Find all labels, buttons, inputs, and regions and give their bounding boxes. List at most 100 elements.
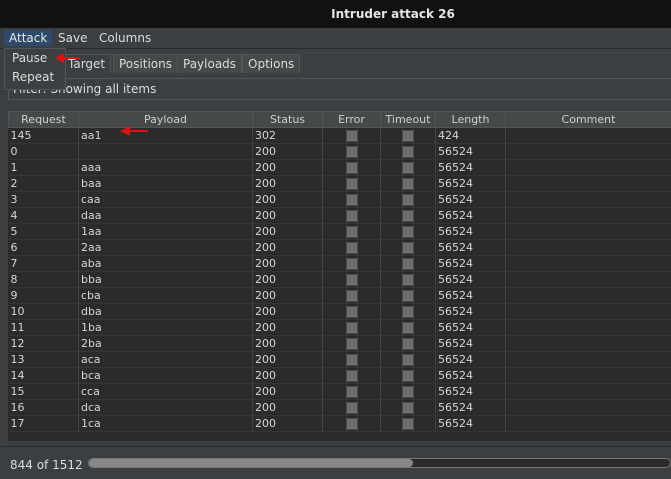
table-row[interactable]: 14bca20056524: [9, 368, 671, 384]
cell-error: [323, 352, 381, 368]
table-row[interactable]: 9cba20056524: [9, 288, 671, 304]
cell-length: 56524: [436, 320, 506, 336]
filter-bar[interactable]: Filter: Showing all items: [8, 78, 671, 100]
error-checkbox: [346, 258, 358, 270]
table-row[interactable]: 2baa20056524: [9, 176, 671, 192]
cell-request: 10: [9, 304, 79, 320]
cell-comment: [506, 128, 671, 144]
table-row[interactable]: 10dba20056524: [9, 304, 671, 320]
tab-payloads[interactable]: Payloads: [177, 54, 242, 73]
cell-request: 145: [9, 128, 79, 144]
table-row[interactable]: 15cca20056524: [9, 384, 671, 400]
error-checkbox: [346, 178, 358, 190]
table-row[interactable]: 122ba20056524: [9, 336, 671, 352]
cell-payload: daa: [79, 208, 253, 224]
cell-status: 200: [253, 368, 323, 384]
cell-status: 200: [253, 384, 323, 400]
table-row[interactable]: 51aa20056524: [9, 224, 671, 240]
timeout-checkbox: [402, 146, 414, 158]
table-row[interactable]: 62aa20056524: [9, 240, 671, 256]
menu-attack[interactable]: Attack: [4, 30, 52, 46]
cell-error: [323, 176, 381, 192]
cell-timeout: [381, 176, 436, 192]
col-header-timeout[interactable]: Timeout: [381, 112, 436, 128]
table-row[interactable]: 8bba20056524: [9, 272, 671, 288]
error-checkbox: [346, 146, 358, 158]
cell-timeout: [381, 368, 436, 384]
cell-payload: dba: [79, 304, 253, 320]
col-header-request[interactable]: Request: [9, 112, 79, 128]
cell-comment: [506, 400, 671, 416]
cell-error: [323, 240, 381, 256]
cell-comment: [506, 304, 671, 320]
cell-length: 56524: [436, 208, 506, 224]
col-header-payload[interactable]: Payload: [79, 112, 253, 128]
cell-timeout: [381, 144, 436, 160]
table-row[interactable]: 3caa20056524: [9, 192, 671, 208]
window-title: Intruder attack 26: [0, 7, 671, 21]
timeout-checkbox: [402, 226, 414, 238]
cell-comment: [506, 192, 671, 208]
cell-comment: [506, 160, 671, 176]
col-header-length[interactable]: Length: [436, 112, 506, 128]
cell-error: [323, 208, 381, 224]
tab-positions[interactable]: Positions: [113, 54, 178, 73]
table-row[interactable]: 4daa20056524: [9, 208, 671, 224]
cell-error: [323, 288, 381, 304]
col-header-error[interactable]: Error: [323, 112, 381, 128]
table-row[interactable]: 111ba20056524: [9, 320, 671, 336]
error-checkbox: [346, 162, 358, 174]
cell-status: 200: [253, 352, 323, 368]
table-horizontal-scroll[interactable]: [8, 433, 671, 441]
attack-progress-bar: [88, 458, 671, 468]
error-checkbox: [346, 386, 358, 398]
cell-timeout: [381, 160, 436, 176]
error-checkbox: [346, 322, 358, 334]
tab-bar: Target Positions Payloads Options: [0, 54, 671, 74]
title-bar: Intruder attack 26: [0, 0, 671, 28]
col-header-status[interactable]: Status: [253, 112, 323, 128]
timeout-checkbox: [402, 306, 414, 318]
cell-error: [323, 128, 381, 144]
menu-save[interactable]: Save: [53, 30, 92, 46]
cell-payload: baa: [79, 176, 253, 192]
cell-error: [323, 368, 381, 384]
error-checkbox: [346, 354, 358, 366]
table-row[interactable]: 020056524: [9, 144, 671, 160]
cell-length: 56524: [436, 304, 506, 320]
table-row[interactable]: 171ca20056524: [9, 416, 671, 432]
cell-request: 8: [9, 272, 79, 288]
col-header-comment[interactable]: Comment: [506, 112, 671, 128]
menu-item-repeat[interactable]: Repeat: [5, 68, 65, 87]
timeout-checkbox: [402, 194, 414, 206]
timeout-checkbox: [402, 322, 414, 334]
timeout-checkbox: [402, 162, 414, 174]
error-checkbox: [346, 306, 358, 318]
cell-comment: [506, 288, 671, 304]
cell-request: 15: [9, 384, 79, 400]
cell-request: 3: [9, 192, 79, 208]
table-row[interactable]: 13aca20056524: [9, 352, 671, 368]
cell-status: 200: [253, 176, 323, 192]
progress-fill: [89, 459, 413, 467]
cell-timeout: [381, 320, 436, 336]
annotation-arrow-payload-icon: [118, 125, 150, 137]
table-row[interactable]: 1aaa20056524: [9, 160, 671, 176]
menu-columns[interactable]: Columns: [94, 30, 156, 46]
cell-length: 56524: [436, 272, 506, 288]
cell-payload: cba: [79, 288, 253, 304]
cell-payload: bca: [79, 368, 253, 384]
cell-comment: [506, 256, 671, 272]
tab-options[interactable]: Options: [242, 54, 300, 73]
error-checkbox: [346, 418, 358, 430]
cell-payload: aaa: [79, 160, 253, 176]
cell-request: 0: [9, 144, 79, 160]
table-row[interactable]: 7aba20056524: [9, 256, 671, 272]
results-table: Request Payload Status Error Timeout Len…: [8, 111, 671, 433]
cell-comment: [506, 384, 671, 400]
cell-length: 56524: [436, 176, 506, 192]
cell-error: [323, 336, 381, 352]
cell-payload: caa: [79, 192, 253, 208]
table-row[interactable]: 145aa1302424: [9, 128, 671, 144]
table-row[interactable]: 16dca20056524: [9, 400, 671, 416]
